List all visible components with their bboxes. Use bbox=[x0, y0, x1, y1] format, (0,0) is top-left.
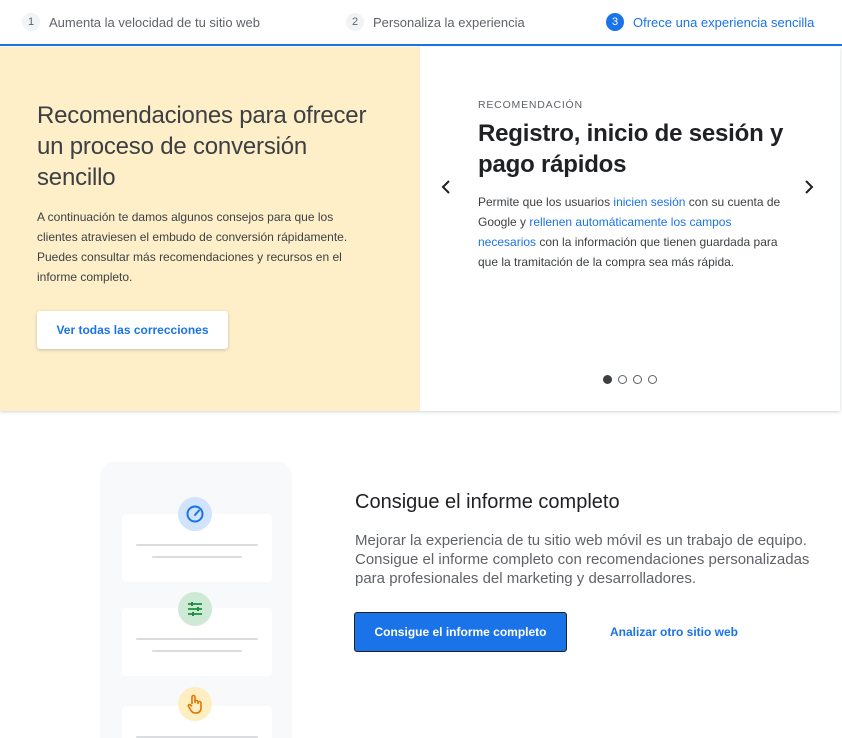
analyze-another-site-link[interactable]: Analizar otro sitio web bbox=[610, 625, 738, 639]
steps-bar: 1 Aumenta la velocidad de tu sitio web 2… bbox=[0, 0, 842, 46]
carousel-dot-3[interactable] bbox=[633, 375, 642, 384]
report-text: Mejorar la experiencia de tu sitio web m… bbox=[355, 532, 810, 587]
sliders-icon bbox=[178, 592, 212, 626]
step-1-label: Aumenta la velocidad de tu sitio web bbox=[49, 14, 261, 30]
recommendation-kicker: RECOMENDACIÓN bbox=[478, 99, 583, 111]
rec-text-part-1: Permite que los usuarios bbox=[478, 195, 614, 209]
step-3-number: 3 bbox=[606, 13, 624, 31]
chevron-left-icon[interactable] bbox=[436, 175, 456, 199]
tap-hand-icon bbox=[178, 687, 212, 721]
step-3[interactable]: 3 Ofrece una experiencia sencilla bbox=[606, 12, 814, 32]
report-title: Consigue el informe completo bbox=[355, 491, 620, 513]
view-all-fixes-button[interactable]: Ver todas las correcciones bbox=[37, 311, 228, 349]
step-1-number: 1 bbox=[22, 13, 40, 31]
speedometer-icon bbox=[178, 497, 212, 531]
active-step-indicator bbox=[0, 44, 842, 46]
recommendation-text: Permite que los usuarios inicien sesión … bbox=[478, 192, 788, 272]
step-2-number: 2 bbox=[346, 13, 364, 31]
report-illustration bbox=[100, 462, 292, 738]
intro-text: A continuación te damos algunos consejos… bbox=[37, 210, 348, 284]
recommendation-title: Registro, inicio de sesión y pago rápido… bbox=[478, 120, 784, 178]
chevron-right-icon[interactable] bbox=[799, 175, 819, 199]
intro-panel: Recomendaciones para ofrecer un proceso … bbox=[0, 47, 420, 411]
carousel-dot-4[interactable] bbox=[648, 375, 657, 384]
get-full-report-button[interactable]: Consigue el informe completo bbox=[354, 612, 567, 652]
step-1[interactable]: 1 Aumenta la velocidad de tu sitio web bbox=[22, 12, 260, 32]
recommendation-carousel: RECOMENDACIÓN Registro, inicio de sesión… bbox=[420, 47, 840, 411]
step-2-label: Personaliza la experiencia bbox=[373, 14, 525, 30]
sign-in-link[interactable]: inicien sesión bbox=[613, 195, 685, 209]
carousel-dot-2[interactable] bbox=[618, 375, 627, 384]
intro-title: Recomendaciones para ofrecer un proceso … bbox=[37, 102, 367, 191]
step-3-label: Ofrece una experiencia sencilla bbox=[633, 14, 815, 30]
carousel-dot-1[interactable] bbox=[603, 375, 612, 384]
carousel-pagination bbox=[603, 375, 657, 384]
step-2[interactable]: 2 Personaliza la experiencia bbox=[346, 12, 525, 32]
recommendations-card: Recomendaciones para ofrecer un proceso … bbox=[0, 47, 840, 411]
